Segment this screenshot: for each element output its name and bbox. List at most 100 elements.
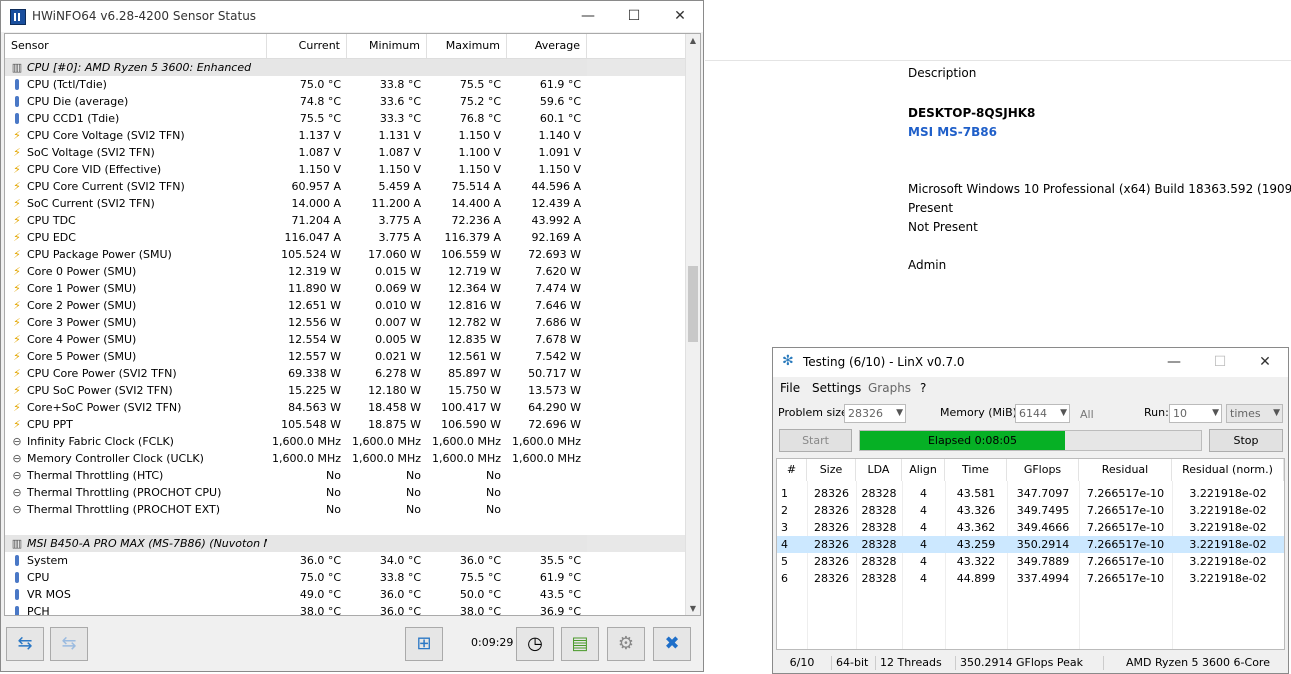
linx-minimize-button[interactable]: — [1151, 348, 1197, 377]
result-row[interactable]: 4 28326 28328 4 43.259 350.2914 7.266517e-10 3.… [777, 536, 1284, 553]
sensor-row[interactable]: CPU 75.0 °C 33.8 °C 75.5 °C 61.9 °C [5, 569, 689, 586]
problem-size-select[interactable]: 28326 ▼ [844, 404, 906, 423]
sensor-average: 64.290 W [528, 401, 581, 414]
sensor-row[interactable]: ⚡ CPU EDC 116.047 A 3.775 A 116.379 A 92.169 … [5, 229, 689, 246]
sensor-row[interactable]: ⚡ CPU Package Power (SMU) 105.524 W 17.060 … [5, 246, 689, 263]
menu-file[interactable]: File [780, 381, 800, 395]
start-button[interactable]: Start [779, 429, 852, 452]
sensor-row[interactable]: CPU CCD1 (Tdie) 75.5 °C 33.3 °C 76.8 °C 60.1… [5, 110, 689, 127]
sensor-row[interactable]: ⚡ Core 1 Power (SMU) 11.890 W 0.069 W 12.364… [5, 280, 689, 297]
sensor-group-row[interactable]: ▥ CPU [#0]: AMD Ryzen 5 3600: Enhanced [5, 59, 689, 76]
sensor-row[interactable]: ⊖ Memory Controller Clock (UCLK) 1,600.0 M… [5, 450, 689, 467]
exit-close-icon[interactable]: ✖ [653, 627, 691, 661]
sensor-row[interactable]: ⚡ CPU TDC 71.204 A 3.775 A 72.236 A 43.992 A [5, 212, 689, 229]
memory-all-button[interactable]: All [1080, 408, 1094, 421]
result-row[interactable]: 2 28326 28328 4 43.326 349.7495 7.266517e-10 3.… [777, 502, 1284, 519]
sensor-maximum: 14.400 A [451, 197, 501, 210]
result-time: 43.322 [956, 555, 996, 568]
sensor-row[interactable]: ⚡ CPU Core Power (SVI2 TFN) 69.338 W 6.278 … [5, 365, 689, 382]
sensor-maximum: 1,600.0 MHz [431, 435, 501, 448]
sensor-row[interactable]: ⚡ Core 2 Power (SMU) 12.651 W 0.010 W 12.816… [5, 297, 689, 314]
menu-graphs[interactable]: Graphs [868, 381, 911, 395]
add-report-icon[interactable]: ▤ [561, 627, 599, 661]
lightning-icon: ⚡ [13, 350, 21, 363]
sensor-row[interactable]: ⚡ CPU Core Current (SVI2 TFN) 60.957 A 5.45… [5, 178, 689, 195]
sensor-scrollbar[interactable]: ▲ ▼ [685, 34, 700, 615]
sensor-table[interactable]: Sensor Current Minimum Maximum Average ▥… [4, 33, 701, 616]
col-current[interactable]: Current [267, 34, 347, 58]
board-name[interactable]: MSI MS-7B86 [908, 125, 997, 139]
run-unit-value: times [1230, 407, 1261, 420]
col-minimum[interactable]: Minimum [347, 34, 427, 58]
sensor-row[interactable]: System 36.0 °C 34.0 °C 36.0 °C 35.5 °C [5, 552, 689, 569]
clock-icon[interactable]: ◷ [516, 627, 554, 661]
lightning-icon: ⚡ [13, 367, 21, 380]
results-table[interactable]: # Size LDA Align Time GFlops Residual Re… [776, 458, 1285, 650]
sensor-row[interactable]: CPU (Tctl/Tdie) 75.0 °C 33.8 °C 75.5 °C 61.9… [5, 76, 689, 93]
menu-settings[interactable]: Settings [812, 381, 861, 395]
col-residual[interactable]: Residual [1079, 459, 1172, 481]
linx-close-button[interactable]: ✕ [1242, 348, 1288, 377]
scroll-up-icon[interactable]: ▲ [686, 36, 700, 45]
col-maximum[interactable]: Maximum [427, 34, 507, 58]
sensor-row[interactable]: ⚡ SoC Voltage (SVI2 TFN) 1.087 V 1.087 V 1.1… [5, 144, 689, 161]
result-row[interactable]: 6 28326 28328 4 44.899 337.4994 7.266517e-10 3.… [777, 570, 1284, 587]
col-align[interactable]: Align [902, 459, 945, 481]
linx-titlebar[interactable]: ✻ Testing (6/10) - LinX v0.7.0 — ☐ ✕ [773, 348, 1288, 377]
settings-gear-icon[interactable]: ⚙ [607, 627, 645, 661]
col-index[interactable]: # [777, 459, 807, 481]
sensor-group-row[interactable]: ▥ MSI B450-A PRO MAX (MS-7B86) (Nuvoton N… [5, 535, 689, 552]
result-row[interactable]: 5 28326 28328 4 43.322 349.7889 7.266517e-10 3.… [777, 553, 1284, 570]
network-icon[interactable]: ⊞ [405, 627, 443, 661]
result-index: 1 [781, 487, 788, 500]
memory-select[interactable]: 6144 ▼ [1015, 404, 1070, 423]
sensor-average: 35.5 °C [539, 554, 581, 567]
col-gflops[interactable]: GFlops [1007, 459, 1079, 481]
result-row[interactable]: 3 28326 28328 4 43.362 349.4666 7.266517e-10 3.… [777, 519, 1284, 536]
minimize-button[interactable]: — [565, 1, 611, 32]
sensor-row[interactable]: ⚡ Core 4 Power (SMU) 12.554 W 0.005 W 12.835… [5, 331, 689, 348]
menu-help[interactable]: ? [920, 381, 926, 395]
sensor-row[interactable]: ⊖ Thermal Throttling (PROCHOT CPU) No No No [5, 484, 689, 501]
hwinfo-titlebar[interactable]: HWiNFO64 v6.28-4200 Sensor Status — ☐ ✕ [1, 1, 703, 32]
sensor-current: No [326, 503, 341, 516]
lightning-icon: ⚡ [13, 146, 21, 159]
stop-button[interactable]: Stop [1209, 429, 1283, 452]
thermometer-icon [15, 79, 19, 90]
nav-back-forward-icon[interactable]: ⇆ [6, 627, 44, 661]
scroll-thumb[interactable] [688, 266, 698, 342]
close-button[interactable]: ✕ [657, 1, 703, 32]
sensor-row[interactable]: ⚡ CPU Core Voltage (SVI2 TFN) 1.137 V 1.131… [5, 127, 689, 144]
scroll-down-icon[interactable]: ▼ [686, 604, 700, 613]
sensor-row[interactable]: ⊖ Thermal Throttling (HTC) No No No [5, 467, 689, 484]
sensor-row[interactable]: ⊖ Thermal Throttling (PROCHOT EXT) No No No [5, 501, 689, 518]
result-row[interactable]: 1 28326 28328 4 43.581 347.7097 7.266517e-10 3.… [777, 485, 1284, 502]
sensor-row[interactable]: VR MOS 49.0 °C 36.0 °C 50.0 °C 43.5 °C [5, 586, 689, 603]
sensor-row[interactable]: PCH 38.0 °C 36.0 °C 38.0 °C 36.9 °C [5, 603, 689, 615]
nav-disabled-icon[interactable]: ⇆ [50, 627, 88, 661]
sensor-minimum: 6.278 W [375, 367, 421, 380]
maximize-button[interactable]: ☐ [611, 1, 657, 32]
sensor-row[interactable]: CPU Die (average) 74.8 °C 33.6 °C 75.2 °C 59… [5, 93, 689, 110]
col-residual-norm[interactable]: Residual (norm.) [1172, 459, 1284, 481]
sensor-row[interactable]: ⚡ CPU SoC Power (SVI2 TFN) 15.225 W 12.180 … [5, 382, 689, 399]
sensor-row[interactable]: ⚡ Core 5 Power (SMU) 12.557 W 0.021 W 12.561… [5, 348, 689, 365]
col-sensor[interactable]: Sensor [5, 34, 267, 58]
run-count-select[interactable]: 10 ▼ [1169, 404, 1222, 423]
linx-maximize-button[interactable]: ☐ [1197, 348, 1243, 377]
sensor-row[interactable]: ⚡ Core 3 Power (SMU) 12.556 W 0.007 W 12.782… [5, 314, 689, 331]
run-unit-select[interactable]: times ▼ [1226, 404, 1283, 423]
col-time[interactable]: Time [945, 459, 1007, 481]
col-lda[interactable]: LDA [856, 459, 902, 481]
sensor-maximum: No [486, 469, 501, 482]
sensor-row[interactable]: ⚡ Core+SoC Power (SVI2 TFN) 84.563 W 18.458… [5, 399, 689, 416]
sensor-row[interactable]: ⚡ CPU Core VID (Effective) 1.150 V 1.150 V 1… [5, 161, 689, 178]
col-size[interactable]: Size [807, 459, 856, 481]
col-average[interactable]: Average [507, 34, 587, 58]
sensor-row[interactable] [5, 518, 689, 535]
sensor-row[interactable]: ⊖ Infinity Fabric Clock (FCLK) 1,600.0 MHz… [5, 433, 689, 450]
sensor-minimum: 0.007 W [375, 316, 421, 329]
sensor-row[interactable]: ⚡ SoC Current (SVI2 TFN) 14.000 A 11.200 A 1… [5, 195, 689, 212]
sensor-row[interactable]: ⚡ CPU PPT 105.548 W 18.875 W 106.590 W 72.696… [5, 416, 689, 433]
sensor-row[interactable]: ⚡ Core 0 Power (SMU) 12.319 W 0.015 W 12.719… [5, 263, 689, 280]
